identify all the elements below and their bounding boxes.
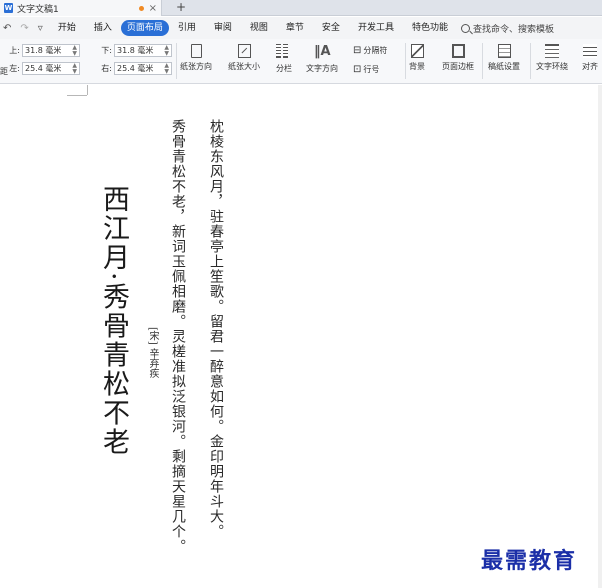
align-button[interactable]: 对齐 xyxy=(582,44,598,72)
background-button[interactable]: 背景 xyxy=(409,44,425,72)
line-number-button[interactable]: ⊡ 行号 xyxy=(353,64,379,75)
margin-left-input[interactable]: 25.4 毫米 ▲ ▼ xyxy=(22,62,80,75)
page-orientation-icon xyxy=(190,44,202,58)
command-search[interactable]: 查找命令、搜索模板 xyxy=(460,22,554,35)
close-tab-icon[interactable]: × xyxy=(149,3,157,14)
paper-size-label: 纸张大小 xyxy=(228,62,260,71)
columns-label: 分栏 xyxy=(276,64,292,73)
manuscript-label: 稿纸设置 xyxy=(488,62,520,71)
document-canvas[interactable]: 西江月·秀骨青松不老 [宋] 辛弃疾 秀骨青松不老，新词玉佩相磨。灵槎准拟泛银河… xyxy=(0,85,602,588)
menu-view[interactable]: 视图 xyxy=(241,20,277,36)
break-label: 分隔符 xyxy=(363,46,388,55)
menu-references[interactable]: 引用 xyxy=(169,20,205,36)
orientation-label: 纸张方向 xyxy=(180,62,212,71)
margin-left-label: 左: xyxy=(9,64,20,73)
text-wrap-icon xyxy=(545,44,559,58)
margin-bottom-row: 下: 31.8 毫米 ▲ ▼ xyxy=(96,44,172,57)
poem-title: 西江月·秀骨青松不老 xyxy=(98,185,129,457)
menu-home[interactable]: 开始 xyxy=(49,20,85,36)
unsaved-indicator xyxy=(138,5,144,11)
vertical-scrollbar[interactable] xyxy=(598,85,602,588)
text-direction-button[interactable]: ‖A 文字方向 xyxy=(306,44,338,74)
ribbon-separator xyxy=(405,43,406,79)
watermark-text: 最需教育 xyxy=(481,548,578,574)
ribbon-separator xyxy=(530,43,531,79)
text-wrap-label: 文字环绕 xyxy=(536,62,568,71)
menu-developer[interactable]: 开发工具 xyxy=(349,20,403,36)
align-icon xyxy=(583,44,597,58)
document-tab[interactable]: W 文字文稿1 × xyxy=(0,0,162,16)
margin-bottom-label: 下: xyxy=(101,46,112,55)
spinner-icon[interactable]: ▲ ▼ xyxy=(72,63,77,75)
margin-bottom-input[interactable]: 31.8 毫米 ▲ ▼ xyxy=(114,44,172,57)
columns-button[interactable]: 分栏 xyxy=(276,44,292,74)
poem-line-1: 秀骨青松不老，新词玉佩相磨。灵槎准拟泛银河。剩摘天星几个。 xyxy=(170,119,186,554)
align-label: 对齐 xyxy=(582,62,598,71)
text-direction-label: 文字方向 xyxy=(306,64,338,73)
margin-right-row: 右: 25.4 毫米 ▲ ▼ xyxy=(96,62,172,75)
document-icon: W xyxy=(4,3,13,13)
menu-review[interactable]: 审阅 xyxy=(205,20,241,36)
new-tab-button[interactable]: + xyxy=(176,0,186,16)
ribbon-separator xyxy=(482,43,483,79)
menu-security[interactable]: 安全 xyxy=(313,20,349,36)
redo-icon[interactable]: ↷ xyxy=(20,23,28,34)
margin-left-value: 25.4 毫米 xyxy=(25,64,62,73)
margin-left-row: 左: 25.4 毫米 ▲ ▼ xyxy=(4,62,80,75)
manuscript-button[interactable]: 稿纸设置 xyxy=(488,44,520,72)
spinner-icon[interactable]: ▲ ▼ xyxy=(72,45,77,57)
search-icon xyxy=(460,23,470,33)
poem-line-2: 枕棱东风月，驻春亭上笙歌。留君一醉意如何。金印明年斗大。 xyxy=(208,119,224,539)
page-border-icon xyxy=(451,44,465,58)
orientation-button[interactable]: 纸张方向 xyxy=(180,44,212,72)
spinner-icon[interactable]: ▲ ▼ xyxy=(164,63,169,75)
margin-top-row: 上: 31.8 毫米 ▲ ▼ xyxy=(4,44,80,57)
menu-insert[interactable]: 插入 xyxy=(85,20,121,36)
page-border-button[interactable]: 页面边框 xyxy=(442,44,474,72)
tab-strip: W 文字文稿1 × + xyxy=(0,0,602,16)
margin-corner-mark xyxy=(67,95,87,96)
ribbon-page-layout: 距 上: 31.8 毫米 ▲ ▼ 左: 25.4 毫米 ▲ ▼ 下: 31.8 毫米 ▲ ▼… xyxy=(0,39,602,84)
menu-section[interactable]: 章节 xyxy=(277,20,313,36)
undo-icon[interactable]: ↶ xyxy=(3,23,11,34)
background-label: 背景 xyxy=(409,62,425,71)
text-direction-icon: ‖A xyxy=(314,44,331,59)
paper-size-button[interactable]: 纸张大小 xyxy=(228,44,260,72)
line-number-icon: ⊡ xyxy=(353,64,362,75)
menu-bar: ↶ ↷ ▿ 开始 插入 页面布局 引用 审阅 视图 章节 安全 开发工具 特色功… xyxy=(0,17,602,39)
line-number-label: 行号 xyxy=(363,65,380,74)
text-wrap-button[interactable]: 文字环绕 xyxy=(536,44,568,72)
document-tab-title: 文字文稿1 xyxy=(17,4,59,15)
break-button[interactable]: ⊟ 分隔符 xyxy=(353,45,387,56)
margin-right-label: 右: xyxy=(101,64,112,73)
manuscript-grid-icon xyxy=(497,44,511,58)
margin-top-label: 上: xyxy=(9,46,20,55)
columns-icon xyxy=(276,44,292,60)
menu-features[interactable]: 特色功能 xyxy=(403,20,457,36)
break-icon: ⊟ xyxy=(353,45,362,56)
ribbon-separator xyxy=(176,43,177,79)
menu-page-layout[interactable]: 页面布局 xyxy=(120,20,169,36)
paper-size-icon xyxy=(237,44,251,58)
margin-top-input[interactable]: 31.8 毫米 ▲ ▼ xyxy=(22,44,80,57)
spinner-icon[interactable]: ▲ ▼ xyxy=(164,45,169,57)
margin-bottom-value: 31.8 毫米 xyxy=(117,46,154,55)
quick-access-dropdown-icon[interactable]: ▿ xyxy=(38,23,43,34)
margin-right-input[interactable]: 25.4 毫米 ▲ ▼ xyxy=(114,62,172,75)
search-text: 查找命令、搜索模板 xyxy=(472,24,554,35)
background-icon xyxy=(410,44,424,58)
margin-right-value: 25.4 毫米 xyxy=(117,64,154,73)
margin-corner-mark xyxy=(87,85,88,95)
margin-top-value: 31.8 毫米 xyxy=(25,46,62,55)
poem-author: [宋] 辛弃疾 xyxy=(147,327,158,378)
page-border-label: 页面边框 xyxy=(442,62,474,71)
